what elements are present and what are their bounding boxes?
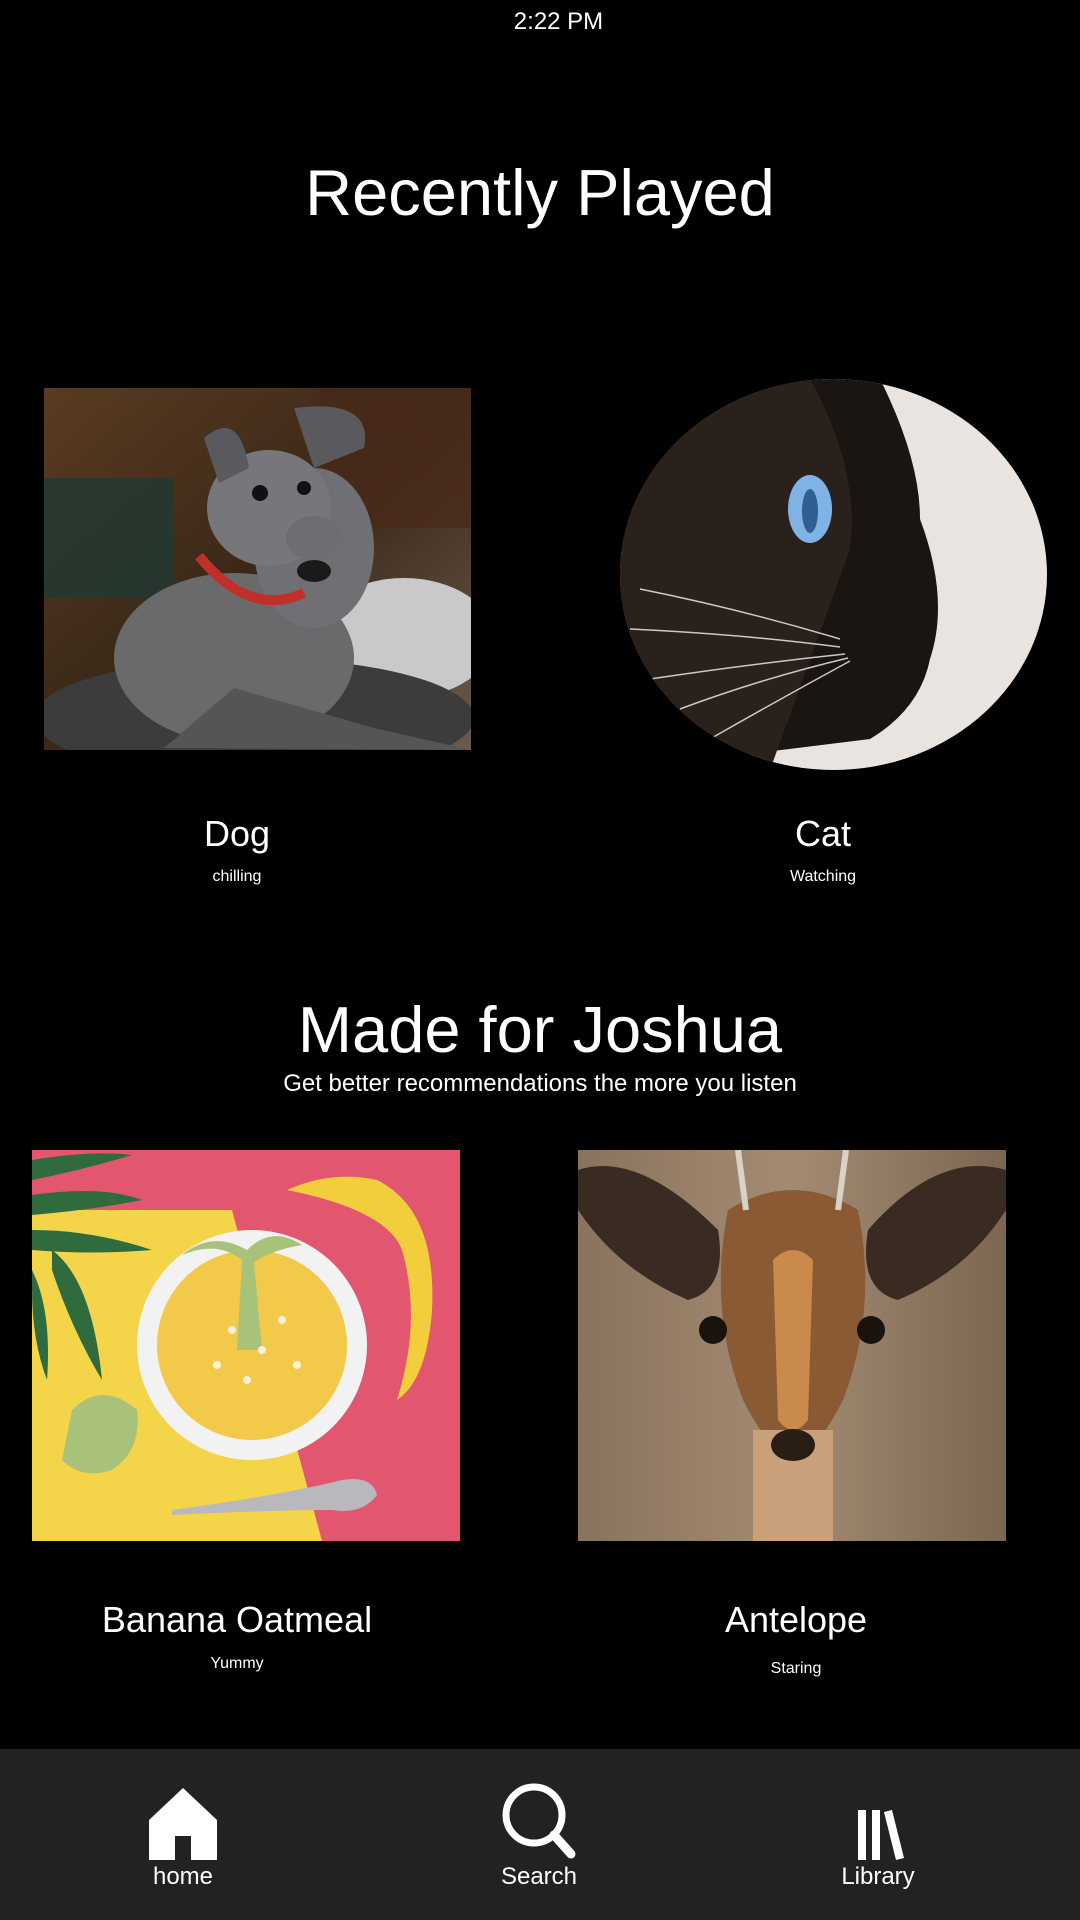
tab-bar: home Search Library <box>0 1749 1080 1920</box>
recently-played-title: Recently Played <box>305 156 775 229</box>
tab-home[interactable]: home <box>83 1749 283 1920</box>
search-icon <box>499 1782 579 1862</box>
tab-library[interactable]: Library <box>778 1749 978 1920</box>
tab-library-label: Library <box>841 1863 915 1890</box>
cat-title[interactable]: Cat <box>673 813 973 855</box>
dog-title[interactable]: Dog <box>87 813 387 855</box>
library-icon <box>838 1782 918 1862</box>
banana-oatmeal-artwork[interactable] <box>32 1150 460 1541</box>
cat-artwork[interactable] <box>620 379 1047 770</box>
tab-home-label: home <box>152 1863 214 1890</box>
antelope-title[interactable]: Antelope <box>646 1599 946 1641</box>
banana-oatmeal-title[interactable]: Banana Oatmeal <box>37 1599 437 1641</box>
antelope-artwork[interactable] <box>578 1150 1006 1541</box>
cat-subtitle: Watching <box>789 868 857 885</box>
status-time: 2:22 PM <box>513 8 604 35</box>
made-for-subtitle: Get better recommendations the more you … <box>283 1070 797 1097</box>
dog-subtitle: chilling <box>212 868 262 885</box>
dog-artwork[interactable] <box>44 388 471 750</box>
made-for-title: Made for Joshua <box>297 993 783 1066</box>
tab-search[interactable]: Search <box>439 1749 639 1920</box>
antelope-subtitle: Staring <box>770 1660 822 1677</box>
tab-search-label: Search <box>500 1863 578 1890</box>
banana-oatmeal-subtitle: Yummy <box>210 1655 264 1672</box>
home-icon <box>143 1782 223 1862</box>
